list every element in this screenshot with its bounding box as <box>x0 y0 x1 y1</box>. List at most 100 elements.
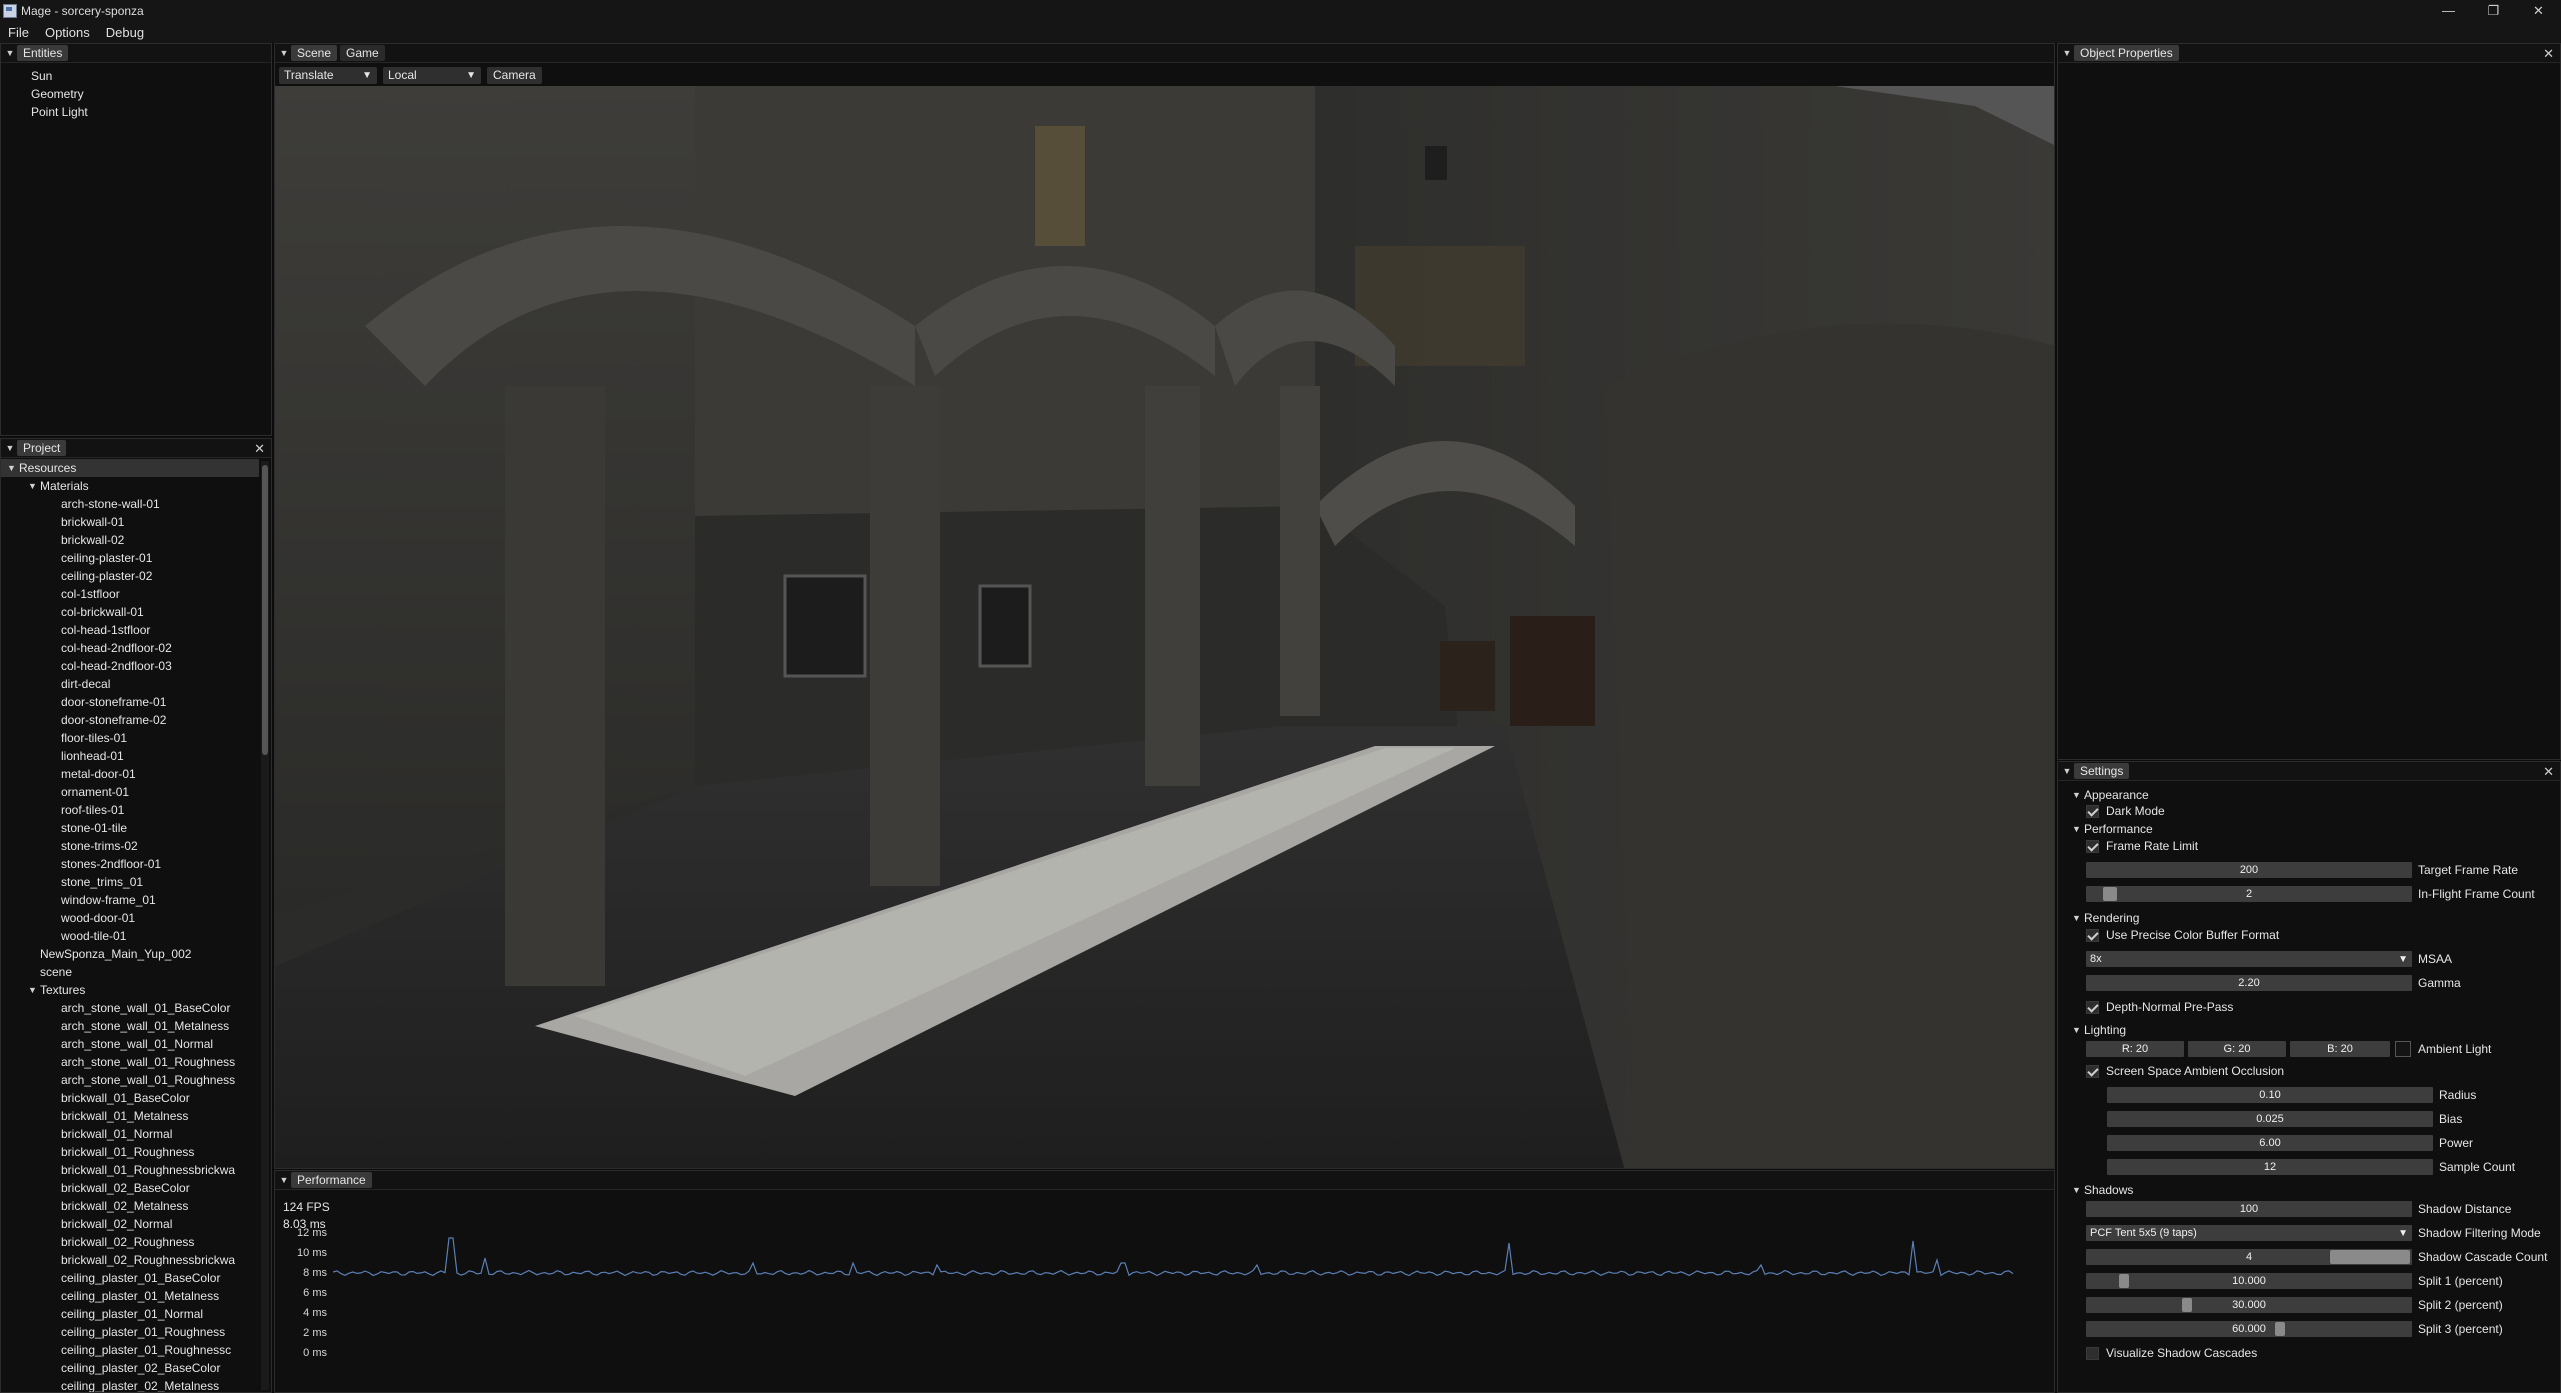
tree-item[interactable]: brickwall_01_Normal <box>1 1125 259 1143</box>
transform-space-select[interactable]: Local ▼ <box>383 66 481 84</box>
tree-item[interactable]: lionhead-01 <box>1 747 259 765</box>
tree-item[interactable]: stones-2ndfloor-01 <box>1 855 259 873</box>
ssao-radius-input[interactable]: 0.10 <box>2107 1087 2433 1103</box>
tree-item[interactable]: arch_stone_wall_01_Metalness <box>1 1017 259 1035</box>
tree-item[interactable]: wood-tile-01 <box>1 927 259 945</box>
slider-grab[interactable] <box>2119 1274 2130 1288</box>
tree-item[interactable]: roof-tiles-01 <box>1 801 259 819</box>
tree-item[interactable]: ▼ Resources <box>1 459 259 477</box>
tree-item[interactable]: stone-trims-02 <box>1 837 259 855</box>
tree-item[interactable]: scene <box>1 963 259 981</box>
frame-rate-limit-checkbox[interactable] <box>2086 839 2099 853</box>
section-appearance[interactable]: ▼ Appearance <box>2072 787 2149 803</box>
tab-performance[interactable]: Performance <box>291 1172 372 1188</box>
ambient-g-input[interactable]: G: 20 <box>2188 1041 2286 1057</box>
tree-item[interactable]: col-brickwall-01 <box>1 603 259 621</box>
tree-item[interactable]: metal-door-01 <box>1 765 259 783</box>
dark-mode-checkbox[interactable] <box>2086 804 2099 818</box>
collapse-icon[interactable]: ▼ <box>2060 762 2074 781</box>
close-window-button[interactable]: ✕ <box>2516 0 2561 21</box>
tree-item[interactable]: brickwall_02_Normal <box>1 1215 259 1233</box>
tree-item[interactable]: ceiling-plaster-02 <box>1 567 259 585</box>
tree-item[interactable]: col-head-1stfloor <box>1 621 259 639</box>
collapse-icon[interactable]: ▼ <box>3 44 17 63</box>
collapse-icon[interactable]: ▼ <box>2060 44 2074 63</box>
tab-scene[interactable]: Scene <box>291 45 338 61</box>
slider-grab[interactable] <box>2181 1298 2192 1312</box>
tree-item[interactable]: brickwall_01_Metalness <box>1 1107 259 1125</box>
menu-file[interactable]: File <box>8 25 29 40</box>
tree-item[interactable]: brickwall_02_BaseColor <box>1 1179 259 1197</box>
tab-entities[interactable]: Entities <box>17 45 69 61</box>
msaa-select[interactable]: 8x ▼ <box>2086 951 2412 967</box>
menu-debug[interactable]: Debug <box>106 25 144 40</box>
tree-item[interactable]: ceiling_plaster_01_Roughnessc <box>1 1341 259 1359</box>
ambient-b-input[interactable]: B: 20 <box>2290 1041 2390 1057</box>
entity-item-geometry[interactable]: Geometry <box>31 85 271 103</box>
tree-item[interactable]: stone-01-tile <box>1 819 259 837</box>
tree-item[interactable]: brickwall-01 <box>1 513 259 531</box>
project-scrollbar[interactable] <box>261 461 269 1390</box>
shadow-distance-input[interactable]: 100 <box>2086 1201 2412 1217</box>
close-icon[interactable]: ✕ <box>254 439 265 458</box>
in-flight-frame-count-slider[interactable]: 2 <box>2086 886 2412 902</box>
split-1-slider[interactable]: 10.000 <box>2086 1273 2412 1289</box>
section-lighting[interactable]: ▼ Lighting <box>2072 1022 2126 1038</box>
tab-game[interactable]: Game <box>340 45 385 61</box>
tree-item[interactable]: door-stoneframe-01 <box>1 693 259 711</box>
expanded-arrow-icon[interactable]: ▼ <box>7 459 19 477</box>
tree-item[interactable]: ▼ Textures <box>1 981 259 999</box>
ssao-checkbox[interactable] <box>2086 1064 2099 1078</box>
target-frame-rate-input[interactable]: 200 <box>2086 862 2412 878</box>
tree-item[interactable]: ornament-01 <box>1 783 259 801</box>
slider-grab[interactable] <box>2103 887 2118 901</box>
tree-item[interactable]: ceiling-plaster-01 <box>1 549 259 567</box>
tree-item[interactable]: arch_stone_wall_01_BaseColor <box>1 999 259 1017</box>
tree-item[interactable]: brickwall_01_Roughness <box>1 1143 259 1161</box>
tree-item[interactable]: window-frame_01 <box>1 891 259 909</box>
shadow-filtering-select[interactable]: PCF Tent 5x5 (9 taps) ▼ <box>2086 1225 2412 1241</box>
tree-item[interactable]: arch-stone-wall-01 <box>1 495 259 513</box>
scene-viewport[interactable] <box>275 86 2054 1168</box>
scrollbar-thumb[interactable] <box>262 465 268 755</box>
tree-item[interactable]: brickwall_02_Metalness <box>1 1197 259 1215</box>
tree-item[interactable]: arch_stone_wall_01_Normal <box>1 1035 259 1053</box>
entity-item-point-light[interactable]: Point Light <box>31 103 271 121</box>
tree-item[interactable]: ceiling_plaster_02_Metalness <box>1 1377 259 1392</box>
maximize-button[interactable]: ❐ <box>2471 0 2516 21</box>
ssao-power-input[interactable]: 6.00 <box>2107 1135 2433 1151</box>
expanded-arrow-icon[interactable]: ▼ <box>28 981 40 999</box>
tree-item[interactable]: brickwall-02 <box>1 531 259 549</box>
tree-item[interactable]: brickwall_02_Roughnessbrickwa <box>1 1251 259 1269</box>
precise-color-checkbox[interactable] <box>2086 928 2099 942</box>
cascade-count-slider[interactable]: 4 <box>2086 1249 2412 1265</box>
tree-item[interactable]: brickwall_01_BaseColor <box>1 1089 259 1107</box>
slider-grab[interactable] <box>2275 1322 2286 1336</box>
tree-item[interactable]: ceiling_plaster_02_BaseColor <box>1 1359 259 1377</box>
close-icon[interactable]: ✕ <box>2543 44 2554 63</box>
tab-settings[interactable]: Settings <box>2074 763 2130 779</box>
tree-item[interactable]: arch_stone_wall_01_Roughness <box>1 1053 259 1071</box>
tree-item[interactable]: col-head-2ndfloor-03 <box>1 657 259 675</box>
camera-button[interactable]: Camera <box>487 66 542 84</box>
menu-options[interactable]: Options <box>45 25 90 40</box>
expanded-arrow-icon[interactable]: ▼ <box>28 477 40 495</box>
transform-mode-select[interactable]: Translate ▼ <box>279 66 377 84</box>
tree-item[interactable]: NewSponza_Main_Yup_002 <box>1 945 259 963</box>
tree-item[interactable]: brickwall_02_Roughness <box>1 1233 259 1251</box>
tree-item[interactable]: col-head-2ndfloor-02 <box>1 639 259 657</box>
tree-item[interactable]: ▼ Materials <box>1 477 259 495</box>
tab-project[interactable]: Project <box>17 440 67 456</box>
ssao-bias-input[interactable]: 0.025 <box>2107 1111 2433 1127</box>
collapse-icon[interactable]: ▼ <box>3 439 17 458</box>
section-performance[interactable]: ▼ Performance <box>2072 821 2153 837</box>
tree-item[interactable]: col-1stfloor <box>1 585 259 603</box>
slider-grab[interactable] <box>2330 1250 2410 1264</box>
entity-item-sun[interactable]: Sun <box>31 67 271 85</box>
gamma-input[interactable]: 2.20 <box>2086 975 2412 991</box>
split-2-slider[interactable]: 30.000 <box>2086 1297 2412 1313</box>
tree-item[interactable]: door-stoneframe-02 <box>1 711 259 729</box>
tree-item[interactable]: ceiling_plaster_01_Roughness <box>1 1323 259 1341</box>
ssao-sample-count-input[interactable]: 12 <box>2107 1159 2433 1175</box>
tree-item[interactable]: arch_stone_wall_01_Roughness <box>1 1071 259 1089</box>
